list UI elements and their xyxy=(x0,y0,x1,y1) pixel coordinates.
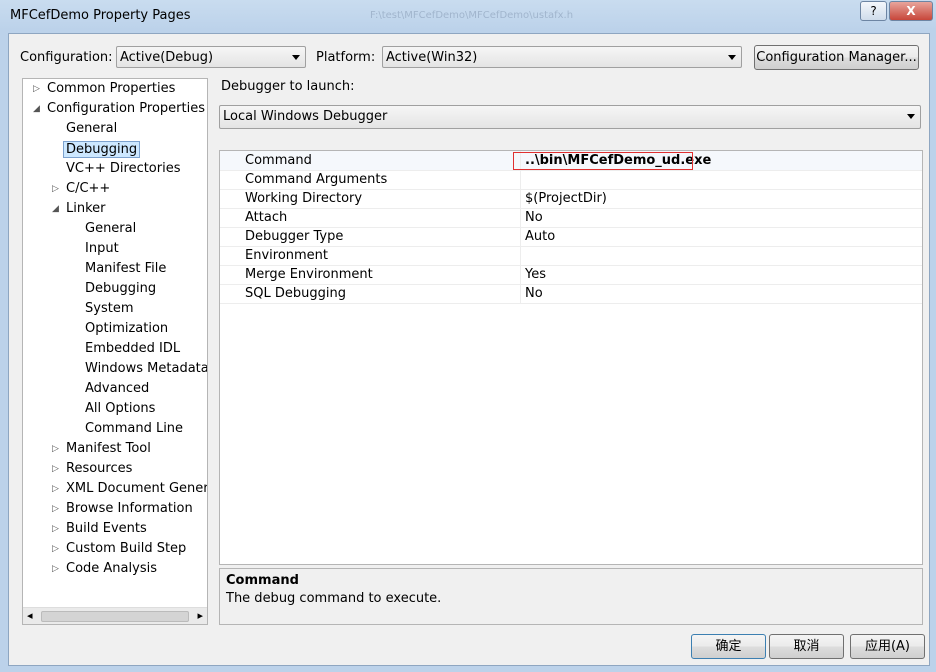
description-panel: Command The debug command to execute. xyxy=(219,568,923,625)
property-value[interactable]: Auto xyxy=(525,229,555,244)
debugger-value: Local Windows Debugger xyxy=(223,109,388,124)
tree-item[interactable]: Code Analysis xyxy=(66,561,157,576)
tree-expander-icon[interactable]: ◢ xyxy=(33,104,40,114)
chevron-down-icon xyxy=(292,55,300,60)
configuration-value: Active(Debug) xyxy=(120,50,214,65)
background-window-title: F:\test\MFCefDemo\MFCefDemo\ustafx.h xyxy=(370,10,574,21)
property-value[interactable]: No xyxy=(525,286,543,301)
scroll-thumb[interactable] xyxy=(41,611,189,622)
highlight-box xyxy=(513,152,693,170)
tree-item[interactable]: Linker xyxy=(66,201,106,216)
tree-item[interactable]: Advanced xyxy=(85,381,149,396)
chevron-down-icon xyxy=(728,55,736,60)
tree-item[interactable]: Browse Information xyxy=(66,501,193,516)
column-divider[interactable] xyxy=(520,208,521,227)
dialog-client-area: Configuration: Active(Debug) Platform: A… xyxy=(8,33,930,666)
column-divider[interactable] xyxy=(520,170,521,189)
chevron-down-icon xyxy=(907,114,915,119)
tree-expander-icon[interactable]: ▷ xyxy=(52,464,59,474)
title-bar[interactable]: MFCefDemo Property Pages F:\test\MFCefDe… xyxy=(0,0,936,32)
property-name: SQL Debugging xyxy=(245,286,346,301)
property-name: Command Arguments xyxy=(245,172,388,187)
property-name: Attach xyxy=(245,210,288,225)
property-value[interactable]: Yes xyxy=(525,267,546,282)
scroll-right-icon[interactable]: ▸ xyxy=(197,609,203,622)
apply-button[interactable]: 应用(A) xyxy=(850,634,925,659)
debugger-label: Debugger to launch: xyxy=(221,79,355,94)
scroll-left-icon[interactable]: ◂ xyxy=(27,609,33,622)
property-row[interactable]: Command Arguments xyxy=(220,170,922,190)
property-row[interactable]: Working Directory $(ProjectDir) xyxy=(220,189,922,209)
tree-item[interactable]: Configuration Properties xyxy=(47,101,205,116)
property-row[interactable]: SQL Debugging No xyxy=(220,284,922,304)
property-row[interactable]: Attach No xyxy=(220,208,922,228)
tree-item[interactable]: Debugging xyxy=(63,141,141,158)
tree-item[interactable]: XML Document Generat xyxy=(66,481,207,496)
tree-expander-icon[interactable]: ▷ xyxy=(52,184,59,194)
property-name: Working Directory xyxy=(245,191,363,206)
property-value[interactable]: $(ProjectDir) xyxy=(525,191,607,206)
tree-item[interactable]: Optimization xyxy=(85,321,168,336)
tree-item[interactable]: System xyxy=(85,301,133,316)
tree-item[interactable]: Command Line xyxy=(85,421,183,436)
property-row[interactable]: Merge Environment Yes xyxy=(220,265,922,285)
tree-item[interactable]: Common Properties xyxy=(47,81,175,96)
property-name: Command xyxy=(245,153,312,168)
tree-item[interactable]: Build Events xyxy=(66,521,147,536)
tree-expander-icon[interactable]: ▷ xyxy=(52,544,59,554)
property-name: Merge Environment xyxy=(245,267,373,282)
tree-item[interactable]: Debugging xyxy=(85,281,156,296)
property-value[interactable]: No xyxy=(525,210,543,225)
tree-item[interactable]: Input xyxy=(85,241,119,256)
platform-dropdown[interactable]: Active(Win32) xyxy=(382,46,742,68)
column-divider[interactable] xyxy=(520,246,521,265)
property-tree[interactable]: ▷ Common Properties ◢ Configuration Propert… xyxy=(22,78,208,625)
debugger-dropdown[interactable]: Local Windows Debugger xyxy=(219,105,921,129)
column-divider[interactable] xyxy=(520,189,521,208)
tree-item[interactable]: C/C++ xyxy=(66,181,110,196)
column-divider[interactable] xyxy=(520,227,521,246)
tree-item[interactable]: Resources xyxy=(66,461,132,476)
property-name: Debugger Type xyxy=(245,229,344,244)
tree-item[interactable]: All Options xyxy=(85,401,155,416)
column-divider[interactable] xyxy=(520,265,521,284)
tree-item[interactable]: General xyxy=(85,221,136,236)
configuration-dropdown[interactable]: Active(Debug) xyxy=(116,46,306,68)
tree-horizontal-scrollbar[interactable]: ◂ ▸ xyxy=(23,607,207,624)
window-title: MFCefDemo Property Pages xyxy=(10,8,191,23)
column-divider[interactable] xyxy=(520,284,521,303)
tree-item[interactable]: Windows Metadata xyxy=(85,361,207,376)
tree-expander-icon[interactable]: ▷ xyxy=(33,84,40,94)
tree-item[interactable]: VC++ Directories xyxy=(66,161,181,176)
property-row[interactable]: Debugger Type Auto xyxy=(220,227,922,247)
configuration-label: Configuration: xyxy=(20,50,113,65)
tree-expander-icon[interactable]: ▷ xyxy=(52,444,59,454)
tree-item[interactable]: Manifest File xyxy=(85,261,166,276)
tree-expander-icon[interactable]: ▷ xyxy=(52,524,59,534)
property-row[interactable]: Command ..\bin\MFCefDemo_ud.exe xyxy=(220,151,922,171)
help-button[interactable]: ? xyxy=(860,1,887,21)
tree-item[interactable]: Manifest Tool xyxy=(66,441,151,456)
property-row[interactable]: Environment xyxy=(220,246,922,266)
tree-item[interactable]: Custom Build Step xyxy=(66,541,186,556)
tree-item[interactable]: Embedded IDL xyxy=(85,341,180,356)
platform-label: Platform: xyxy=(316,50,376,65)
property-grid[interactable]: Command ..\bin\MFCefDemo_ud.exe Command Ar… xyxy=(219,150,923,565)
description-title: Command xyxy=(226,573,299,588)
tree-expander-icon[interactable]: ▷ xyxy=(52,504,59,514)
tree-expander-icon[interactable]: ◢ xyxy=(52,204,59,214)
close-button[interactable]: X xyxy=(889,1,933,21)
property-name: Environment xyxy=(245,248,329,263)
tree-expander-icon[interactable]: ▷ xyxy=(52,484,59,494)
configuration-manager-button[interactable]: Configuration Manager... xyxy=(754,45,919,70)
description-text: The debug command to execute. xyxy=(226,591,442,606)
tree-item[interactable]: General xyxy=(66,121,117,136)
tree-expander-icon[interactable]: ▷ xyxy=(52,564,59,574)
cancel-button[interactable]: 取消 xyxy=(769,634,844,659)
ok-button[interactable]: 确定 xyxy=(691,634,766,659)
property-pages-window: MFCefDemo Property Pages F:\test\MFCefDe… xyxy=(0,0,936,672)
platform-value: Active(Win32) xyxy=(386,50,478,65)
